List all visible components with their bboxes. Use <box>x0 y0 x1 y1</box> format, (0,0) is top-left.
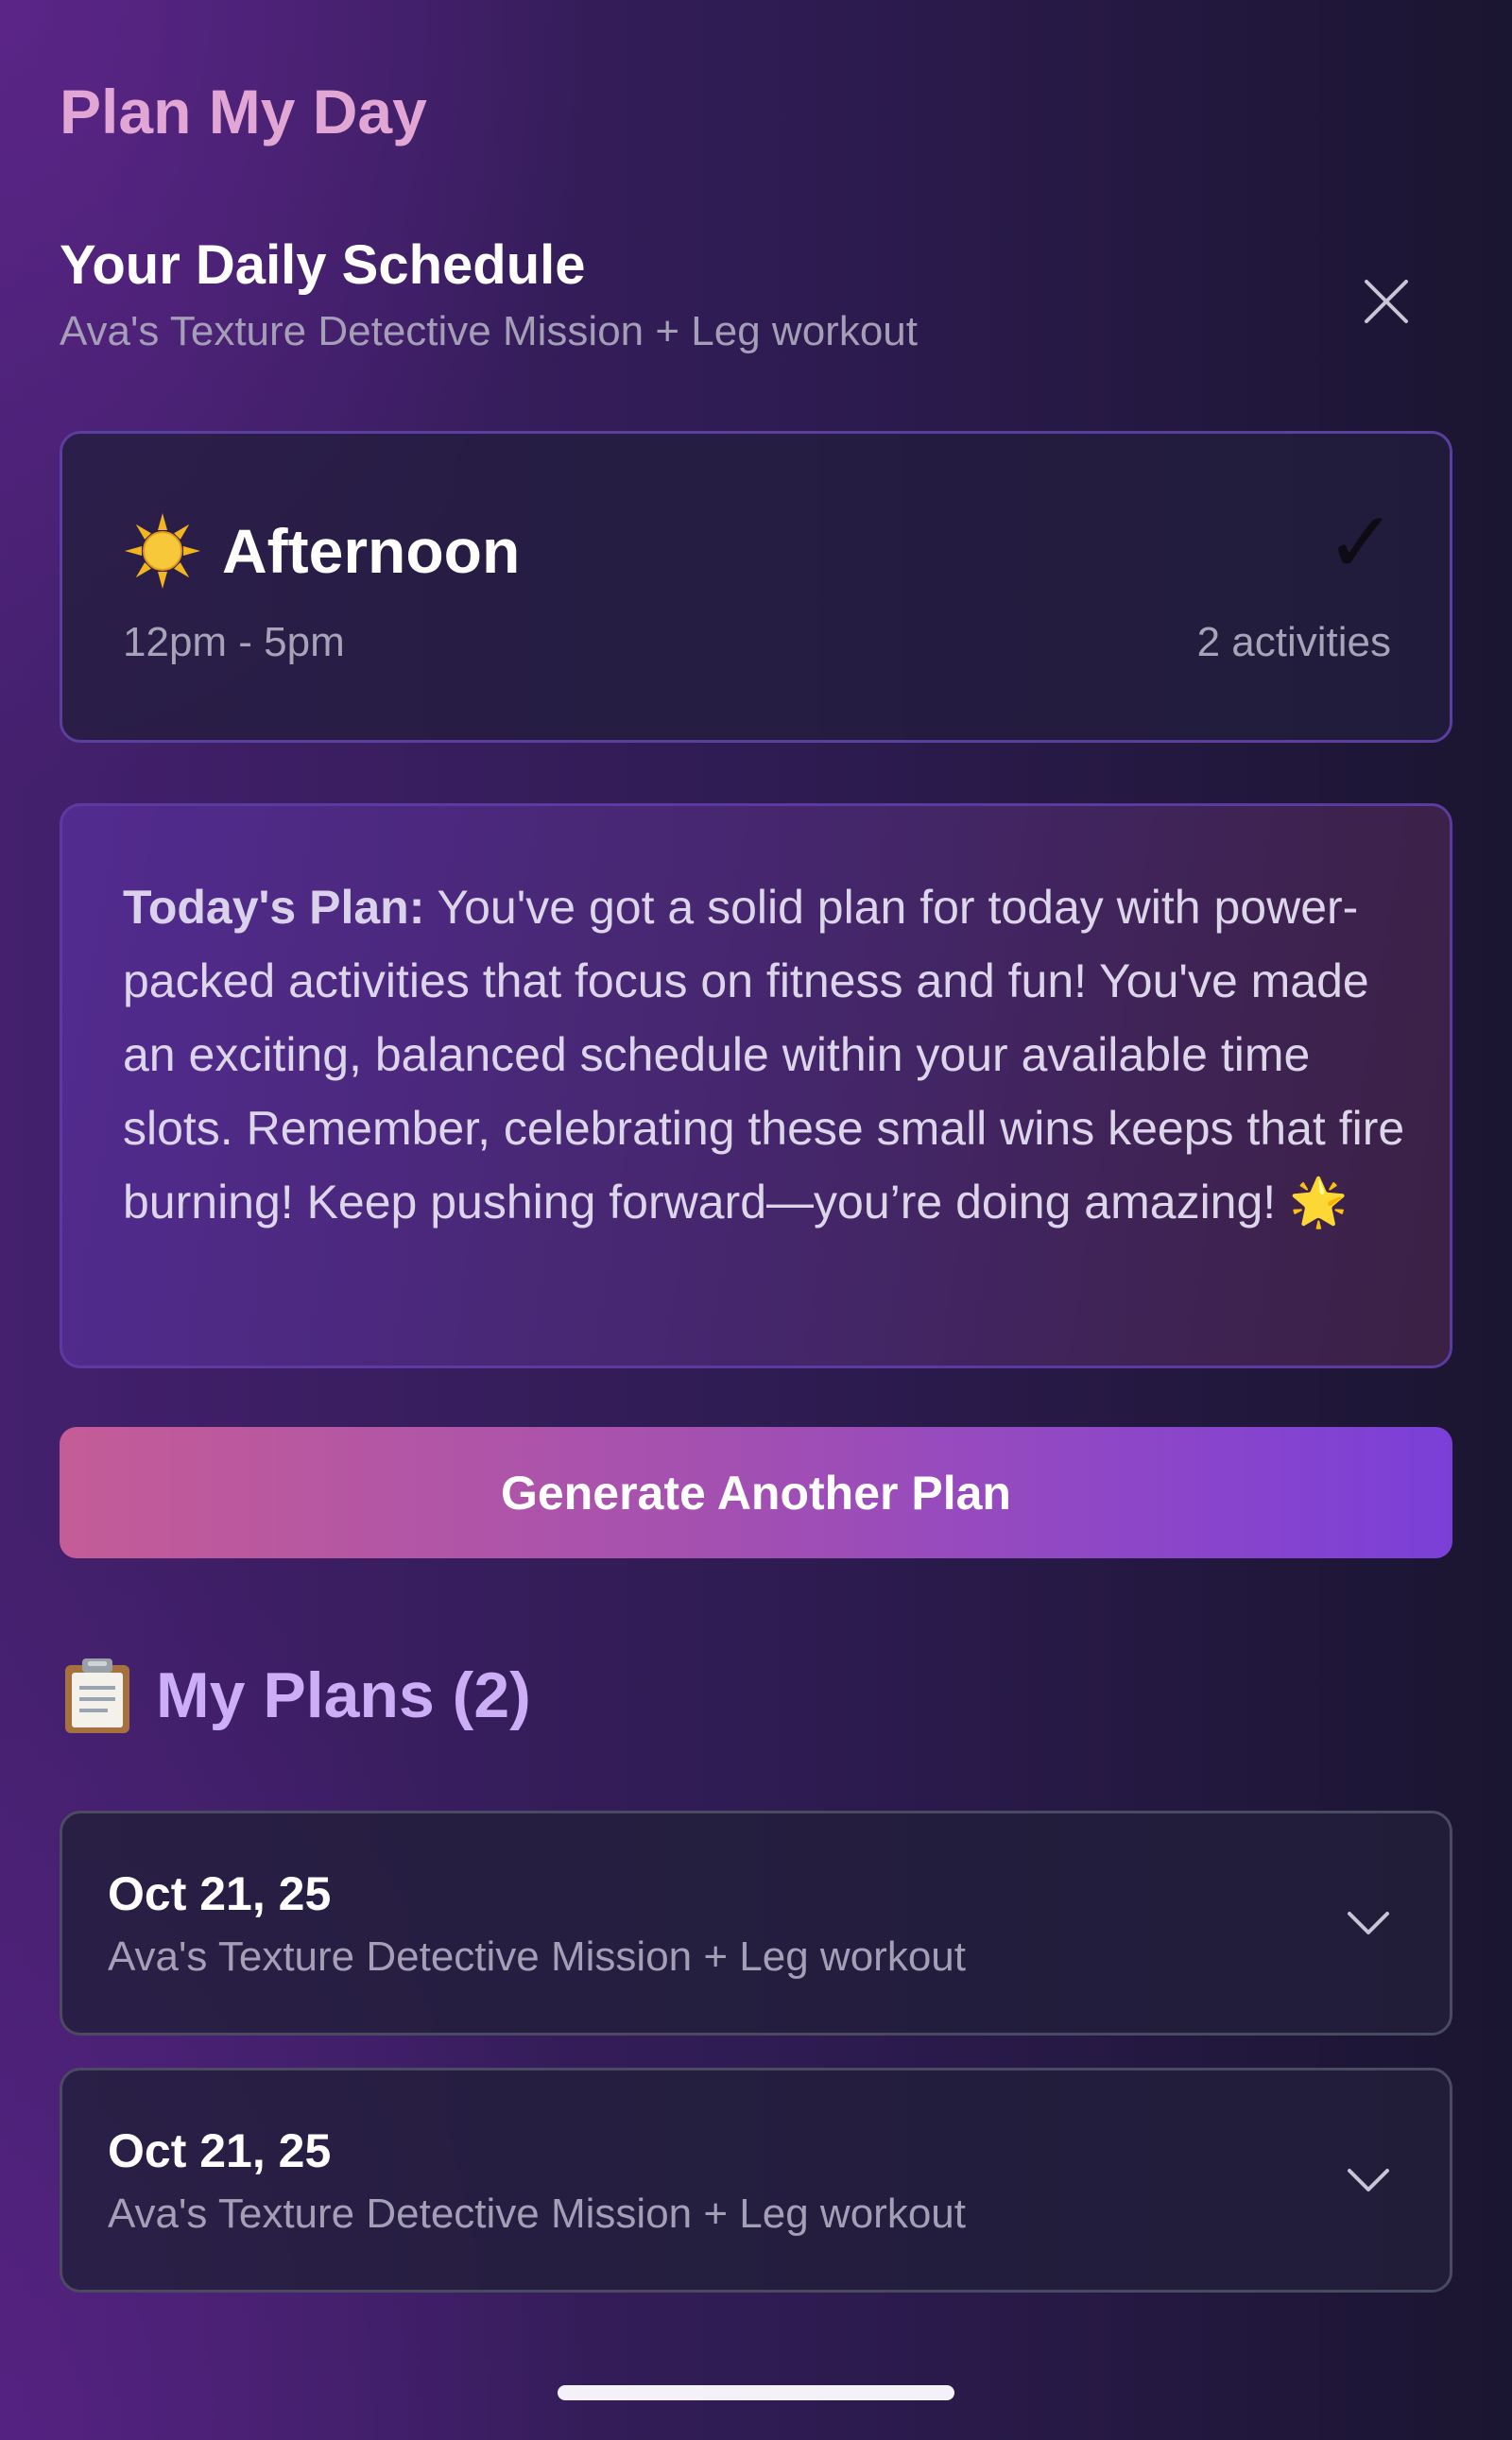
plan-description: Ava's Texture Detective Mission + Leg wo… <box>108 1933 966 1980</box>
check-icon: ✓ <box>1325 493 1397 593</box>
activity-count: 2 activities <box>1196 619 1391 665</box>
plan-list-item[interactable]: Oct 21, 25 Ava's Texture Detective Missi… <box>60 2068 1452 2293</box>
chevron-down-icon[interactable] <box>1344 1906 1393 1940</box>
plan-list-item[interactable]: Oct 21, 25 Ava's Texture Detective Missi… <box>60 1811 1452 2036</box>
time-slot-range: 12pm - 5pm <box>123 619 345 665</box>
generate-another-plan-button[interactable]: Generate Another Plan <box>60 1427 1452 1558</box>
plan-date: Oct 21, 25 <box>108 1867 332 1920</box>
plan-description: Ava's Texture Detective Mission + Leg wo… <box>108 2191 966 2237</box>
plan-date: Oct 21, 25 <box>108 2124 332 2177</box>
my-plans-title: My Plans (2) <box>156 1659 531 1731</box>
chevron-down-icon[interactable] <box>1344 2163 1393 2197</box>
plan-summary: Today's Plan: You've got a solid plan fo… <box>123 870 1408 1239</box>
summary-label: Today's Plan: <box>123 881 425 934</box>
sun-icon <box>125 513 200 589</box>
my-plans-heading: My Plans (2) <box>60 1656 531 1735</box>
close-icon <box>1365 280 1408 323</box>
plan-summary-card: Today's Plan: You've got a solid plan fo… <box>60 803 1452 1368</box>
close-button[interactable] <box>1355 270 1418 333</box>
schedule-subtitle: Ava's Texture Detective Mission + Leg wo… <box>60 308 918 354</box>
page-title: Plan My Day <box>60 77 427 146</box>
schedule-title: Your Daily Schedule <box>60 234 586 296</box>
clipboard-icon <box>65 1658 129 1733</box>
time-slot-card[interactable]: Afternoon 12pm - 5pm ✓ 2 activities <box>60 431 1452 743</box>
home-indicator[interactable] <box>558 2385 954 2400</box>
time-slot-name: Afternoon <box>222 516 521 586</box>
schedule-header: Your Daily Schedule Ava's Texture Detect… <box>60 232 1452 358</box>
